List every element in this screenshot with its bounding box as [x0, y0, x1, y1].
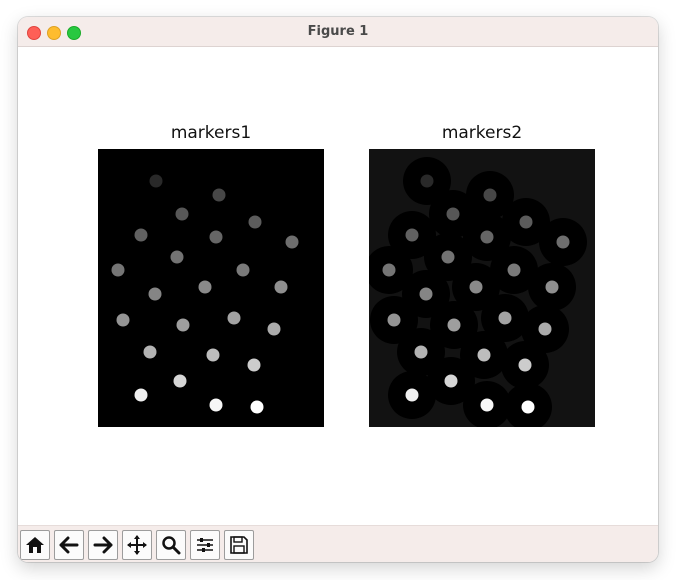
marker-1	[149, 174, 163, 188]
marker-21	[173, 374, 187, 388]
marker-18	[414, 345, 428, 359]
marker-23	[209, 398, 223, 412]
marker-21	[444, 374, 458, 388]
marker-13	[545, 280, 559, 294]
marker-23	[480, 398, 494, 412]
marker-14	[387, 313, 401, 327]
marker-1	[420, 174, 434, 188]
marker-22	[134, 388, 148, 402]
marker-20	[247, 358, 261, 372]
marker-10	[236, 263, 250, 277]
marker-15	[447, 318, 461, 332]
axes-title-markers2: markers2	[441, 123, 523, 143]
marker-11	[148, 287, 162, 301]
window-title: Figure 1	[307, 24, 369, 39]
markers1-image	[98, 149, 324, 427]
markers2-image	[369, 149, 595, 427]
marker-17	[538, 322, 552, 336]
configure-subplots-button[interactable]	[190, 530, 220, 560]
configure-subplots-icon	[197, 538, 213, 552]
marker-2	[212, 188, 226, 202]
marker-22	[405, 388, 419, 402]
image-plot-markers2[interactable]	[369, 149, 595, 427]
marker-6	[480, 230, 494, 244]
marker-7	[556, 235, 570, 249]
marker-4	[519, 215, 533, 229]
marker-9	[382, 263, 396, 277]
zoom-icon	[162, 536, 181, 555]
marker-9	[111, 263, 125, 277]
marker-24	[521, 400, 535, 414]
figure-canvas[interactable]: markers1 markers2	[18, 47, 658, 525]
title-bar: Figure 1	[18, 17, 658, 47]
marker-18	[143, 345, 157, 359]
pan-button[interactable]	[122, 530, 152, 560]
marker-11	[419, 287, 433, 301]
marker-14	[116, 313, 130, 327]
marker-4	[248, 215, 262, 229]
marker-19	[206, 348, 220, 362]
pan-icon	[127, 535, 147, 555]
marker-16	[498, 311, 512, 325]
back-arrow-icon	[59, 536, 79, 554]
marker-24	[250, 400, 264, 414]
marker-10	[507, 263, 521, 277]
marker-3	[446, 207, 460, 221]
marker-17	[267, 322, 281, 336]
home-button[interactable]	[20, 530, 50, 560]
marker-19	[477, 348, 491, 362]
save-icon	[230, 536, 248, 554]
marker-20	[518, 358, 532, 372]
back-button[interactable]	[54, 530, 84, 560]
forward-button[interactable]	[88, 530, 118, 560]
marker-2	[483, 188, 497, 202]
marker-12	[198, 280, 212, 294]
marker-12	[469, 280, 483, 294]
marker-3	[175, 207, 189, 221]
marker-16	[227, 311, 241, 325]
marker-5	[134, 228, 148, 242]
marker-15	[176, 318, 190, 332]
forward-arrow-icon	[93, 536, 113, 554]
home-icon	[26, 537, 44, 553]
marker-8	[441, 250, 455, 264]
marker-6	[209, 230, 223, 244]
marker-8	[170, 250, 184, 264]
zoom-button[interactable]	[156, 530, 186, 560]
figure-window: Figure 1 markers1 markers2	[18, 17, 658, 562]
marker-5	[405, 228, 419, 242]
marker-7	[285, 235, 299, 249]
image-plot-markers1[interactable]	[98, 149, 324, 427]
marker-13	[274, 280, 288, 294]
navigation-toolbar	[18, 525, 658, 562]
axes-title-markers1: markers1	[170, 123, 252, 143]
save-button[interactable]	[224, 530, 254, 560]
